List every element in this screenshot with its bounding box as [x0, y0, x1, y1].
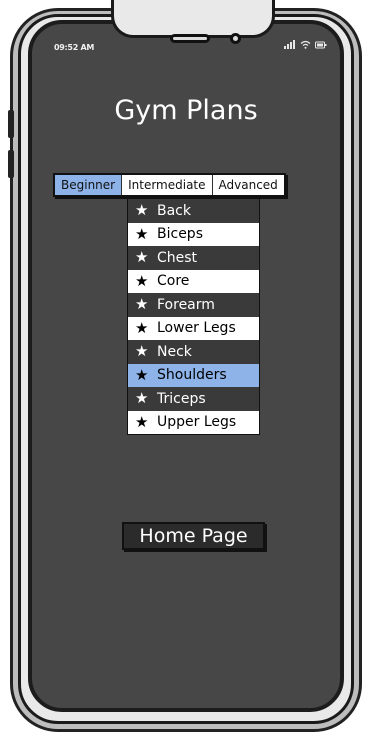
star-icon: ★	[135, 224, 149, 243]
status-icons	[284, 40, 327, 52]
list-item-label: Triceps	[157, 390, 206, 407]
list-item-back[interactable]: ★ Back	[128, 199, 259, 223]
list-item-neck[interactable]: ★ Neck	[128, 340, 259, 364]
list-item-label: Biceps	[157, 226, 203, 243]
phone-notch	[111, 0, 275, 38]
tab-beginner[interactable]: Beginner	[55, 175, 123, 195]
star-icon: ★	[135, 365, 149, 384]
star-icon: ★	[135, 201, 149, 220]
list-item-label: Forearm	[157, 296, 215, 313]
star-icon: ★	[135, 318, 149, 337]
list-item-lower-legs[interactable]: ★ Lower Legs	[128, 316, 259, 340]
phone-side-button	[8, 150, 14, 178]
star-icon: ★	[135, 248, 149, 267]
list-item-label: Neck	[157, 343, 192, 360]
list-item-biceps[interactable]: ★ Biceps	[128, 222, 259, 246]
tab-advanced[interactable]: Advanced	[212, 175, 284, 195]
list-item-label: Upper Legs	[157, 414, 237, 431]
list-item-shoulders[interactable]: ★ Shoulders	[128, 363, 259, 387]
list-item-forearm[interactable]: ★ Forearm	[128, 293, 259, 317]
level-tabs: Beginner Intermediate Advanced	[53, 173, 286, 197]
list-item-label: Core	[157, 273, 190, 290]
star-icon: ★	[135, 389, 149, 408]
list-item-label: Back	[157, 202, 191, 219]
list-item-triceps[interactable]: ★ Triceps	[128, 387, 259, 411]
status-time: 09:52 AM	[54, 43, 95, 52]
home-page-button[interactable]: Home Page	[122, 522, 265, 550]
muscle-group-list: ★ Back ★ Biceps ★ Chest ★ Core ★ Forearm…	[127, 198, 260, 435]
speaker-icon	[170, 34, 210, 43]
list-item-upper-legs[interactable]: ★ Upper Legs	[128, 410, 259, 434]
page-title: Gym Plans	[114, 95, 258, 126]
wifi-icon	[300, 40, 311, 52]
list-item-core[interactable]: ★ Core	[128, 269, 259, 293]
battery-icon	[315, 41, 327, 52]
star-icon: ★	[135, 412, 149, 431]
star-icon: ★	[135, 271, 149, 290]
camera-icon	[230, 33, 241, 44]
list-item-label: Lower Legs	[157, 320, 236, 337]
tab-intermediate[interactable]: Intermediate	[122, 175, 213, 195]
signal-bars-icon	[284, 40, 296, 52]
list-item-label: Shoulders	[157, 367, 227, 384]
star-icon: ★	[135, 342, 149, 361]
list-item-chest[interactable]: ★ Chest	[128, 246, 259, 270]
list-item-label: Chest	[157, 249, 198, 266]
star-icon: ★	[135, 295, 149, 314]
